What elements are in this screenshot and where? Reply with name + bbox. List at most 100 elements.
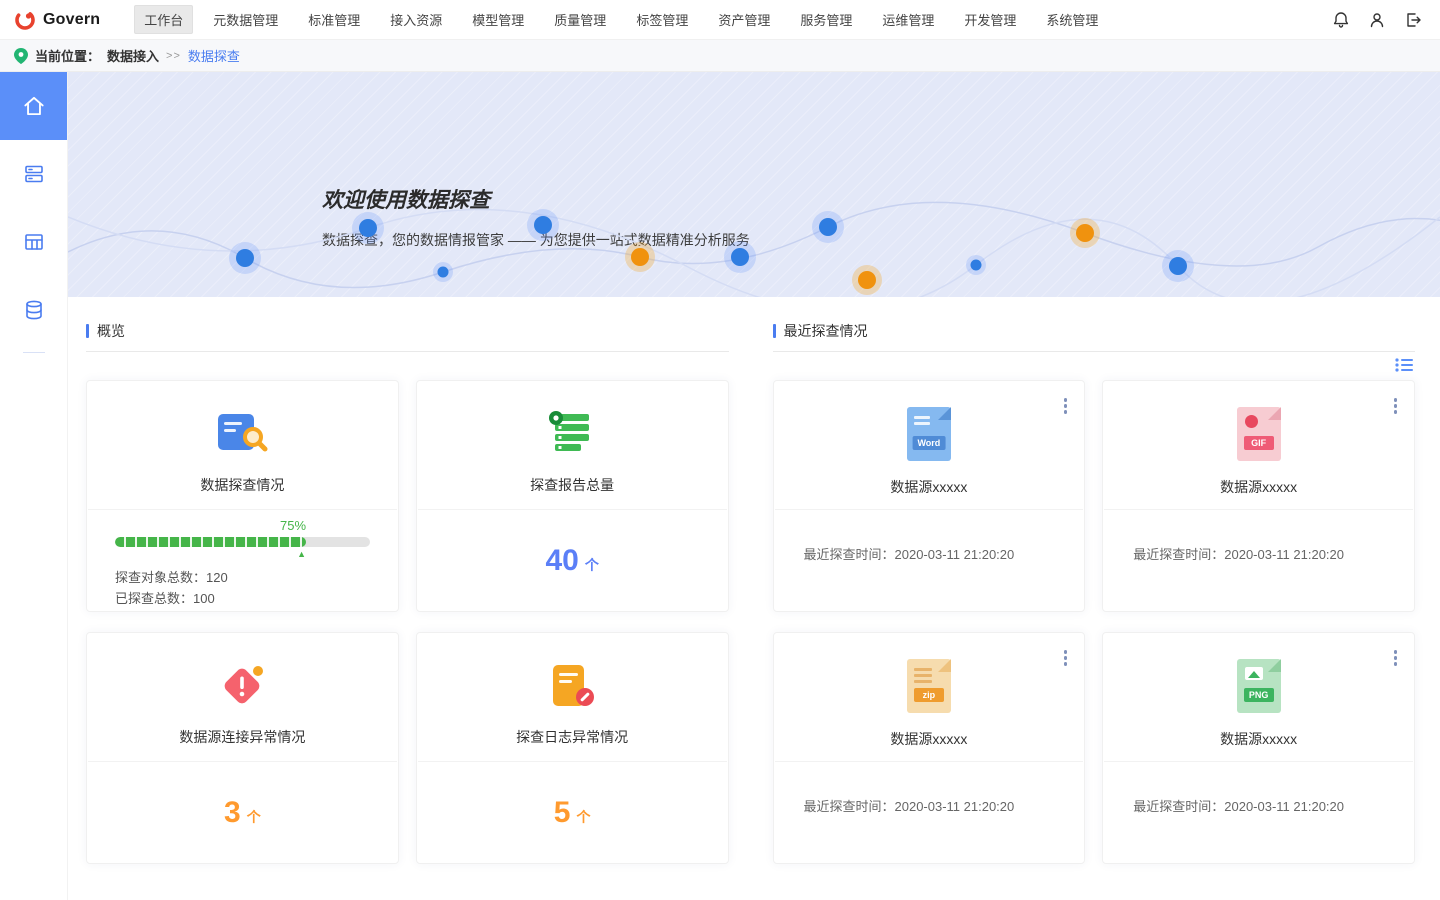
zip-file-icon: zip — [907, 659, 951, 713]
server-list-icon — [22, 162, 46, 186]
sidebar-divider — [23, 352, 45, 353]
file-type-label: zip — [914, 688, 944, 702]
recent-card-word[interactable]: Word 数据源xxxxx 最近探查时间：2020-03-11 21:20:20 — [773, 380, 1086, 612]
recent-section: 最近探查情况 — [773, 321, 1416, 900]
datasource-name: 数据源xxxxx — [774, 729, 1085, 749]
breadcrumb-prefix: 当前位置： — [35, 46, 100, 65]
probe-search-icon — [214, 410, 270, 458]
top-right-actions — [1332, 11, 1422, 29]
nav-item-asset[interactable]: 资产管理 — [708, 5, 780, 34]
nav-item-ops[interactable]: 运维管理 — [872, 5, 944, 34]
card-divider — [775, 509, 1084, 510]
file-type-label: GIF — [1244, 436, 1274, 450]
card-title: 数据探查情况 — [87, 475, 398, 495]
logo-icon — [14, 9, 36, 31]
nav-item-dev[interactable]: 开发管理 — [954, 5, 1026, 34]
user-icon[interactable] — [1368, 11, 1386, 29]
last-probe-time: 最近探查时间：2020-03-11 21:20:20 — [774, 544, 1085, 563]
main-menu: 工作台 元数据管理 标准管理 接入资源 模型管理 质量管理 标签管理 资产管理 … — [134, 5, 1108, 34]
connection-error-value: 3 — [224, 796, 241, 829]
datasource-name: 数据源xxxxx — [1103, 729, 1414, 749]
bell-icon[interactable] — [1332, 11, 1350, 29]
overview-section-title: 概览 — [97, 321, 125, 341]
datasource-name: 数据源xxxxx — [774, 477, 1085, 497]
report-icon — [548, 410, 596, 458]
datasource-name: 数据源xxxxx — [1103, 477, 1414, 497]
nav-item-tag[interactable]: 标签管理 — [626, 5, 698, 34]
more-menu-button[interactable] — [1061, 395, 1071, 417]
sidebar-item-database[interactable] — [0, 276, 67, 344]
file-type-label: PNG — [1244, 688, 1274, 702]
report-count-unit: 个 — [585, 557, 599, 573]
nav-item-quality[interactable]: 质量管理 — [544, 5, 616, 34]
location-pin-icon — [14, 48, 28, 64]
report-count-value: 40 — [545, 544, 578, 577]
card-divider — [1104, 761, 1413, 762]
card-log-errors[interactable]: 探查日志异常情况 5个 — [416, 632, 729, 864]
log-error-unit: 个 — [576, 809, 590, 825]
table-icon — [22, 230, 46, 254]
hero-banner: 欢迎使用数据探查 数据探查，您的数据情报管家 —— 为您提供一站式数据精准分析服… — [68, 72, 1440, 297]
card-divider — [1104, 509, 1413, 510]
log-error-count: 5个 — [554, 796, 591, 830]
overview-section: 概览 — [86, 321, 729, 900]
recent-card-gif[interactable]: GIF 数据源xxxxx 最近探查时间：2020-03-11 21:20:20 — [1102, 380, 1415, 612]
more-menu-button[interactable] — [1391, 395, 1401, 417]
connection-error-count: 3个 — [224, 796, 261, 830]
card-title: 数据源连接异常情况 — [87, 727, 398, 747]
database-icon — [22, 298, 46, 322]
log-error-icon — [546, 662, 598, 710]
progress-fill — [115, 537, 306, 547]
sidebar-item-table[interactable] — [0, 208, 67, 276]
last-probe-time: 最近探查时间：2020-03-11 21:20:20 — [1103, 796, 1414, 815]
list-view-toggle-button[interactable] — [1393, 356, 1415, 377]
card-connection-errors[interactable]: 数据源连接异常情况 3个 — [86, 632, 399, 864]
card-report-total[interactable]: 探查报告总量 40 个 — [416, 380, 729, 612]
progress-marker: ▲ — [115, 549, 306, 559]
card-title: 探查报告总量 — [417, 475, 728, 495]
nav-item-workbench[interactable]: 工作台 — [134, 5, 193, 34]
app-logo[interactable]: Govern — [14, 9, 100, 31]
breadcrumb-separator: >> — [166, 50, 181, 62]
sidebar-item-home[interactable] — [0, 72, 67, 140]
nav-item-model[interactable]: 模型管理 — [462, 5, 534, 34]
more-menu-button[interactable] — [1391, 647, 1401, 669]
card-title: 探查日志异常情况 — [417, 727, 728, 747]
sidebar-item-datasource[interactable] — [0, 140, 67, 208]
alert-diamond-icon — [216, 660, 268, 712]
section-marker — [86, 324, 89, 338]
home-icon — [21, 93, 47, 119]
recent-card-zip[interactable]: zip 数据源xxxxx 最近探查时间：2020-03-11 21:20:20 — [773, 632, 1086, 864]
breadcrumb-parent[interactable]: 数据接入 — [107, 46, 159, 65]
file-type-label: Word — [912, 436, 945, 450]
logout-icon[interactable] — [1404, 11, 1422, 29]
png-file-icon: PNG — [1237, 659, 1281, 713]
stat-total-objects: 探查对象总数：120 — [115, 567, 370, 588]
sidebar — [0, 72, 68, 900]
report-count: 40 个 — [545, 544, 598, 578]
breadcrumb-current[interactable]: 数据探查 — [188, 46, 240, 65]
recent-section-title: 最近探查情况 — [784, 321, 868, 341]
nav-item-service[interactable]: 服务管理 — [790, 5, 862, 34]
overview-cards: 数据探查情况 75% ▲ 探查对象总数：120 — [86, 380, 729, 864]
nav-item-access-resource[interactable]: 接入资源 — [380, 5, 452, 34]
recent-cards: Word 数据源xxxxx 最近探查时间：2020-03-11 21:20:20 — [773, 380, 1416, 864]
card-divider — [775, 761, 1084, 762]
nav-item-system[interactable]: 系统管理 — [1036, 5, 1108, 34]
top-navigation: Govern 工作台 元数据管理 标准管理 接入资源 模型管理 质量管理 标签管… — [0, 0, 1440, 40]
progress-percent-label: 75% — [115, 518, 306, 533]
nav-item-standard[interactable]: 标准管理 — [298, 5, 370, 34]
nav-item-metadata[interactable]: 元数据管理 — [203, 5, 288, 34]
word-file-icon: Word — [907, 407, 951, 461]
last-probe-time: 最近探查时间：2020-03-11 21:20:20 — [1103, 544, 1414, 563]
card-probe-status[interactable]: 数据探查情况 75% ▲ 探查对象总数：120 — [86, 380, 399, 612]
gif-file-icon: GIF — [1237, 407, 1281, 461]
breadcrumb: 当前位置： 数据接入 >> 数据探查 — [0, 40, 1440, 72]
log-error-value: 5 — [554, 796, 571, 829]
logo-text: Govern — [43, 11, 100, 29]
section-marker — [773, 324, 776, 338]
more-menu-button[interactable] — [1061, 647, 1071, 669]
connection-error-unit: 个 — [247, 809, 261, 825]
recent-card-png[interactable]: PNG 数据源xxxxx 最近探查时间：2020-03-11 21:20:20 — [1102, 632, 1415, 864]
main-area: 欢迎使用数据探查 数据探查，您的数据情报管家 —— 为您提供一站式数据精准分析服… — [68, 72, 1440, 900]
